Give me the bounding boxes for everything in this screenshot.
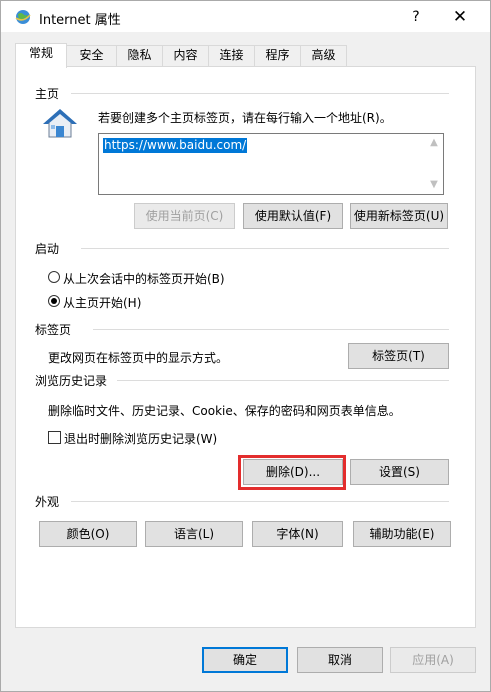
scroll-up-arrow-icon[interactable]: ▲ bbox=[427, 136, 441, 150]
home-url-textarea[interactable]: https://www.baidu.com/ ▲ ▼ bbox=[98, 133, 444, 195]
tab-general[interactable]: 常规 bbox=[15, 43, 67, 68]
tab-advanced[interactable]: 高级 bbox=[300, 45, 347, 66]
scroll-down-arrow-icon[interactable]: ▼ bbox=[427, 178, 441, 192]
tabs-settings-button[interactable]: 标签页(T) bbox=[348, 343, 449, 369]
home-house-icon bbox=[43, 109, 77, 138]
tab-privacy[interactable]: 隐私 bbox=[116, 45, 163, 66]
colors-button[interactable]: 颜色(O) bbox=[39, 521, 137, 547]
startup-last-session-radio[interactable] bbox=[48, 271, 60, 283]
tabs-group-divider bbox=[93, 329, 449, 330]
internet-options-dialog: Internet 属性 ? ✕ 常规 安全 隐私 内容 连接 程序 高级 主页 … bbox=[0, 0, 491, 692]
internet-globe-icon bbox=[15, 10, 31, 24]
ok-button[interactable]: 确定 bbox=[202, 647, 288, 673]
close-button[interactable]: ✕ bbox=[445, 5, 475, 29]
history-settings-button[interactable]: 设置(S) bbox=[350, 459, 449, 485]
startup-home-radio[interactable] bbox=[48, 295, 60, 307]
use-default-button[interactable]: 使用默认值(F) bbox=[243, 203, 343, 229]
tabs-description: 更改网页在标签页中的显示方式。 bbox=[48, 351, 229, 365]
delete-on-exit-checkbox[interactable] bbox=[48, 431, 61, 444]
home-url-value: https://www.baidu.com/ bbox=[103, 138, 248, 153]
window-title: Internet 属性 bbox=[39, 13, 121, 28]
apply-button[interactable]: 应用(A) bbox=[390, 647, 476, 673]
tab-programs[interactable]: 程序 bbox=[254, 45, 301, 66]
help-button[interactable]: ? bbox=[401, 5, 431, 29]
use-new-tab-button[interactable]: 使用新标签页(U) bbox=[350, 203, 448, 229]
home-group-title: 主页 bbox=[35, 85, 64, 102]
history-group-title: 浏览历史记录 bbox=[35, 372, 112, 389]
languages-button[interactable]: 语言(L) bbox=[145, 521, 243, 547]
appearance-group-title: 外观 bbox=[35, 493, 64, 510]
startup-last-session-label[interactable]: 从上次会话中的标签页开始(B) bbox=[63, 270, 225, 287]
tab-content[interactable]: 内容 bbox=[162, 45, 209, 66]
use-current-button[interactable]: 使用当前页(C) bbox=[134, 203, 235, 229]
startup-home-label[interactable]: 从主页开始(H) bbox=[63, 294, 141, 311]
startup-group-divider bbox=[81, 248, 449, 249]
delete-on-exit-label[interactable]: 退出时删除浏览历史记录(W) bbox=[64, 430, 217, 447]
home-group-divider bbox=[71, 93, 449, 94]
tabs-group-title: 标签页 bbox=[35, 321, 76, 338]
home-instruction-text: 若要创建多个主页标签页，请在每行输入一个地址(R)。 bbox=[98, 111, 392, 125]
appearance-group-divider bbox=[71, 501, 449, 502]
cancel-button[interactable]: 取消 bbox=[297, 647, 383, 673]
tab-connections[interactable]: 连接 bbox=[208, 45, 255, 66]
title-bar[interactable]: Internet 属性 ? ✕ bbox=[1, 1, 490, 32]
tab-security[interactable]: 安全 bbox=[66, 45, 117, 66]
startup-group-title: 启动 bbox=[35, 240, 64, 257]
fonts-button[interactable]: 字体(N) bbox=[252, 521, 343, 547]
history-group-divider bbox=[117, 380, 449, 381]
accessibility-button[interactable]: 辅助功能(E) bbox=[353, 521, 451, 547]
history-description: 删除临时文件、历史记录、Cookie、保存的密码和网页表单信息。 bbox=[48, 404, 401, 418]
delete-history-button[interactable]: 删除(D)... bbox=[243, 459, 343, 485]
